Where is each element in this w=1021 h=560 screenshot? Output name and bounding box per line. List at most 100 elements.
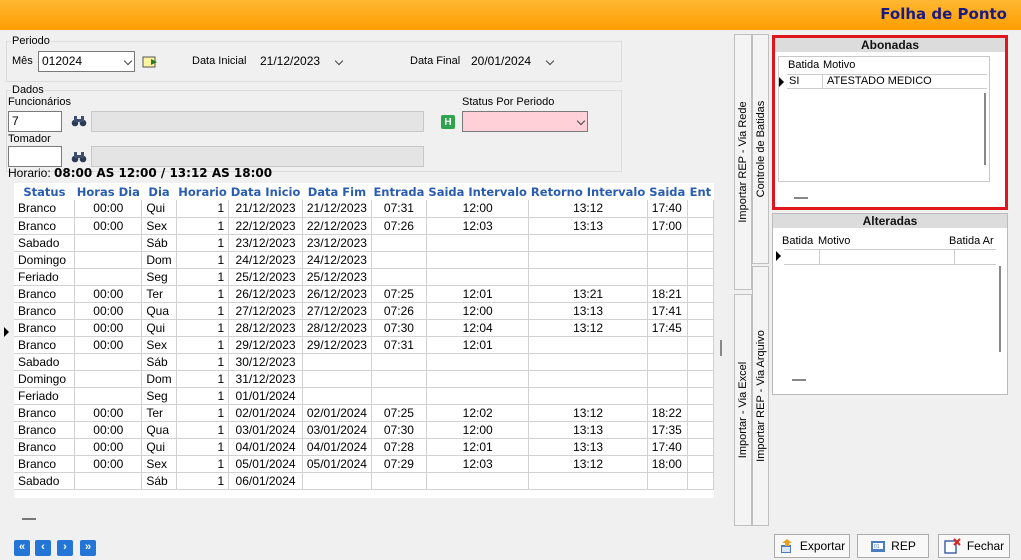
table-cell	[302, 353, 372, 371]
batidas-grid[interactable]: Status Horas Dia Dia Horario Data Inicio Data…	[14, 183, 714, 498]
table-cell	[74, 370, 143, 388]
calendar-arrow-icon[interactable]	[141, 53, 159, 71]
abonadas-scroll-thumb[interactable]	[794, 197, 808, 199]
tomador-code-input[interactable]	[8, 146, 62, 167]
table-row[interactable]: Branco 00:00 Qui 1 21/12/2023 21/12/2023 07:31…	[14, 200, 714, 218]
binoculars-icon[interactable]	[70, 148, 88, 166]
last-record-button[interactable]: »	[80, 540, 96, 556]
table-row[interactable]: Feriado Seg 1 01/01/2024	[14, 387, 714, 405]
column-header[interactable]: Horas Dia	[74, 183, 142, 200]
alteradas-empty-row[interactable]	[784, 249, 996, 265]
next-record-button[interactable]: ›	[57, 540, 73, 556]
table-cell	[426, 472, 530, 490]
rep-icon: 01	[871, 541, 886, 552]
prev-icon: ‹	[41, 541, 45, 553]
table-cell: 17:40	[647, 200, 688, 218]
table-row[interactable]: Branco 00:00 Ter 1 02/01/2024 02/01/2024 07:25…	[14, 404, 714, 422]
table-row[interactable]: Branco 00:00 Qua 1 27/12/2023 27/12/2023 07:26…	[14, 302, 714, 320]
abonadas-col-motivo: Motivo	[823, 59, 856, 71]
column-header[interactable]: Data Fim	[302, 183, 372, 200]
table-row[interactable]: Sabado Sáb 1 30/12/2023	[14, 353, 714, 371]
mes-select[interactable]: 012024	[38, 51, 135, 72]
splitter-handle[interactable]	[720, 340, 722, 356]
chevron-down-icon	[545, 56, 555, 66]
prev-record-button[interactable]: ‹	[35, 540, 51, 556]
table-row[interactable]: Branco 00:00 Qua 1 03/01/2024 03/01/2024 07:30…	[14, 421, 714, 439]
column-header[interactable]: Dia	[141, 183, 177, 200]
abonadas-grid[interactable]: Batida Motivo SI ATESTADO MEDICO	[778, 56, 990, 182]
column-header[interactable]: Data Inicio	[228, 183, 303, 200]
table-cell: Branco	[14, 217, 76, 235]
table-row[interactable]: Branco 00:00 Sex 1 22/12/2023 22/12/2023 07:26…	[14, 217, 714, 235]
table-cell: Dom	[141, 370, 177, 388]
table-cell	[687, 353, 714, 371]
table-cell: 1	[176, 251, 230, 269]
table-row[interactable]: Branco 00:00 Qui 1 28/12/2023 28/12/2023 07:30…	[14, 319, 714, 337]
table-cell: 28/12/2023	[302, 319, 372, 337]
tab-importar-excel[interactable]: Importar - Via Excel	[734, 294, 752, 526]
rep-button[interactable]: 01 REP	[857, 534, 929, 558]
alteradas-scroll-thumb[interactable]	[792, 379, 806, 381]
column-header[interactable]: Retorno Intervalo	[528, 183, 648, 200]
periodo-legend: Periodo	[12, 35, 50, 47]
table-row[interactable]: Branco 00:00 Ter 1 26/12/2023 26/12/2023 07:25…	[14, 285, 714, 303]
data-inicial-value: 21/12/2023	[260, 54, 321, 68]
fechar-button[interactable]: Fechar	[938, 534, 1010, 558]
table-row[interactable]: Branco 00:00 Sex 1 29/12/2023 29/12/2023 07:31…	[14, 336, 714, 354]
data-final-label: Data Final	[410, 55, 461, 67]
abonadas-scrollbar[interactable]	[984, 93, 986, 165]
table-cell: 29/12/2023	[228, 336, 303, 354]
table-row[interactable]: Feriado Seg 1 25/12/2023 25/12/2023	[14, 268, 714, 286]
table-cell: 22/12/2023	[302, 217, 372, 235]
tab-controle-batidas[interactable]: Controle de Batidas	[752, 34, 769, 264]
column-header[interactable]: Horario	[176, 183, 229, 200]
mes-value: 012024	[42, 54, 83, 68]
mes-label: Mês	[12, 55, 33, 67]
table-cell: 00:00	[74, 217, 143, 235]
table-cell	[687, 421, 714, 439]
close-icon	[944, 538, 961, 554]
table-cell	[647, 370, 688, 388]
table-row[interactable]: Sabado Sáb 1 23/12/2023 23/12/2023	[14, 234, 714, 252]
tab-importar-rep-arquivo[interactable]: Importar REP - Via Arquivo	[752, 266, 769, 526]
data-final-picker[interactable]: 20/01/2024	[467, 51, 557, 72]
funcionarios-label: Funcionários	[8, 96, 71, 108]
funcionario-code-input[interactable]: 7	[8, 111, 62, 132]
column-header[interactable]: Entrada	[371, 183, 427, 200]
status-periodo-select[interactable]	[462, 111, 588, 132]
funcionario-name-field	[91, 111, 424, 132]
table-cell: 00:00	[74, 438, 143, 456]
data-inicial-picker[interactable]: 21/12/2023	[256, 51, 346, 72]
abonadas-row[interactable]: SI ATESTADO MEDICO	[787, 74, 987, 89]
table-cell	[647, 472, 688, 490]
window-title: Folha de Ponto	[880, 5, 1007, 23]
table-cell: Ter	[141, 285, 177, 303]
table-row[interactable]: Branco 00:00 Qui 1 04/01/2024 04/01/2024 07:28…	[14, 438, 714, 456]
horario-value: 08:00 AS 12:00 / 13:12 AS 18:00	[54, 166, 273, 180]
column-header[interactable]: Saida	[647, 183, 688, 200]
table-cell	[426, 251, 530, 269]
table-cell	[426, 370, 530, 388]
alteradas-scrollbar[interactable]	[999, 266, 1001, 352]
column-header[interactable]: Status	[14, 183, 75, 200]
help-icon[interactable]: H	[441, 115, 455, 129]
table-row[interactable]: Sabado Sáb 1 06/01/2024	[14, 472, 714, 490]
table-row[interactable]: Domingo Dom 1 31/12/2023	[14, 370, 714, 388]
table-cell	[687, 302, 714, 320]
table-cell: 17:45	[647, 319, 688, 337]
table-cell: 27/12/2023	[302, 302, 372, 320]
table-row[interactable]: Branco 00:00 Sex 1 05/01/2024 05/01/2024 07:29…	[14, 455, 714, 473]
table-row[interactable]: Domingo Dom 1 24/12/2023 24/12/2023	[14, 251, 714, 269]
exportar-button[interactable]: Exportar	[774, 534, 850, 558]
tab-importar-rep-rede[interactable]: Importar REP - Via Rede	[734, 34, 752, 290]
column-header[interactable]: Saida Intervalo	[426, 183, 529, 200]
binoculars-icon[interactable]	[70, 112, 88, 130]
table-cell: 26/12/2023	[228, 285, 303, 303]
abonadas-row-pointer-icon	[779, 77, 784, 87]
column-header[interactable]: Ent	[687, 183, 714, 200]
first-record-button[interactable]: «	[14, 540, 30, 556]
grid-scroll-thumb[interactable]	[22, 518, 36, 520]
table-cell: 1	[176, 217, 230, 235]
table-cell: 13:13	[528, 421, 648, 439]
table-cell	[647, 336, 688, 354]
